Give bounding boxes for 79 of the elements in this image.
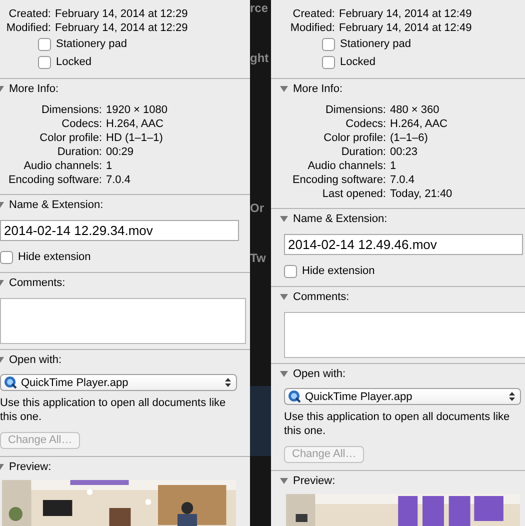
section-title: Name & Extension: (9, 198, 104, 212)
section-title: More Info: (9, 82, 59, 96)
app-icon (288, 390, 301, 403)
field-value: February 14, 2014 at 12:29 (55, 21, 188, 35)
field-label: Duration: (56, 145, 102, 159)
checkbox[interactable] (38, 56, 51, 68)
app-popup[interactable]: QuickTime Player.app (284, 388, 521, 405)
field-label: Duration: (340, 145, 386, 159)
field-label: Audio channels: (306, 159, 386, 173)
disclosure-triangle-icon[interactable] (280, 370, 288, 378)
checkbox-label: Stationery pad (56, 37, 127, 51)
checkbox-label: Hide extension (302, 264, 375, 278)
field-label: Dimensions: (324, 103, 386, 117)
app-popup[interactable]: QuickTime Player.app (0, 374, 237, 391)
field-value: 00:29 (106, 145, 134, 159)
field-label: Last opened: (321, 187, 386, 201)
checkbox-label: Hide extension (18, 250, 91, 264)
checkbox-label: Locked (56, 55, 92, 69)
field-value: 1920 × 1080 (106, 103, 168, 117)
checkbox[interactable] (38, 38, 51, 50)
popup-value: QuickTime Player.app (305, 390, 414, 404)
field-label: Modified: (5, 21, 51, 35)
field-label: Created: (8, 7, 51, 21)
popup-value: QuickTime Player.app (21, 376, 130, 390)
disclosure-triangle-icon[interactable] (280, 293, 288, 301)
disclosure-triangle-icon[interactable] (280, 85, 288, 93)
field-label: Encoding software: (291, 173, 386, 187)
open-with-note: Use this application to open all documents like this one. (284, 410, 510, 438)
comments-field[interactable] (284, 312, 525, 358)
section-title: Name & Extension: (293, 212, 388, 226)
section-title: Comments: (9, 276, 66, 290)
field-value: H.264, AAC (106, 117, 164, 131)
checkbox-label: Locked (340, 55, 376, 69)
name-field[interactable]: 2014-02-14 12.29.34.mov (0, 220, 239, 241)
field-label: Created: (292, 7, 335, 21)
section-title: Comments: (293, 290, 350, 304)
disclosure-triangle-icon[interactable] (280, 477, 288, 485)
field-label: Dimensions: (40, 103, 102, 117)
field-label: Color profile: (38, 131, 102, 145)
checkbox[interactable] (322, 56, 335, 68)
checkbox[interactable] (0, 250, 13, 264)
background-text: rce (250, 0, 270, 16)
field-value: 00:23 (390, 145, 418, 159)
field-value: Today, 21:40 (390, 187, 452, 201)
updown-chevron-icon (225, 378, 231, 387)
field-value: H.264, AAC (390, 117, 448, 131)
section-title: Open with: (293, 367, 346, 381)
open-with-note: Use this application to open all documents like this one. (0, 396, 226, 424)
field-value: 7.0.4 (390, 173, 414, 187)
field-value: 7.0.4 (106, 173, 130, 187)
field-label: Audio channels: (22, 159, 102, 173)
field-value: February 14, 2014 at 12:49 (339, 21, 472, 35)
section-title: More Info: (293, 82, 343, 96)
field-value: 1 (390, 159, 396, 173)
background-text: ght (250, 50, 270, 66)
field-value: 1 (106, 159, 112, 173)
field-label: Modified: (289, 21, 335, 35)
disclosure-triangle-icon[interactable] (280, 215, 288, 223)
field-value: (1–1–6) (390, 131, 428, 145)
comments-field[interactable] (0, 298, 246, 344)
app-icon (4, 376, 17, 389)
field-label: Codecs: (60, 117, 102, 131)
checkbox[interactable] (322, 38, 335, 50)
section-title: Preview: (293, 474, 336, 488)
checkbox[interactable] (284, 264, 297, 278)
name-field[interactable]: 2014-02-14 12.49.46.mov (284, 234, 523, 255)
field-value: February 14, 2014 at 12:49 (339, 7, 472, 21)
field-value: February 14, 2014 at 12:29 (55, 7, 188, 21)
field-label: Encoding software: (7, 173, 102, 187)
updown-chevron-icon (509, 392, 515, 401)
field-value: HD (1–1–1) (106, 131, 163, 145)
background-text: Or (250, 200, 266, 216)
field-value: 480 × 360 (390, 103, 440, 117)
field-label: Codecs: (344, 117, 386, 131)
field-label: Color profile: (322, 131, 386, 145)
checkbox-label: Stationery pad (340, 37, 411, 51)
section-title: Preview: (9, 460, 52, 474)
section-title: Open with: (9, 353, 62, 367)
background-text: Tw (250, 250, 267, 266)
